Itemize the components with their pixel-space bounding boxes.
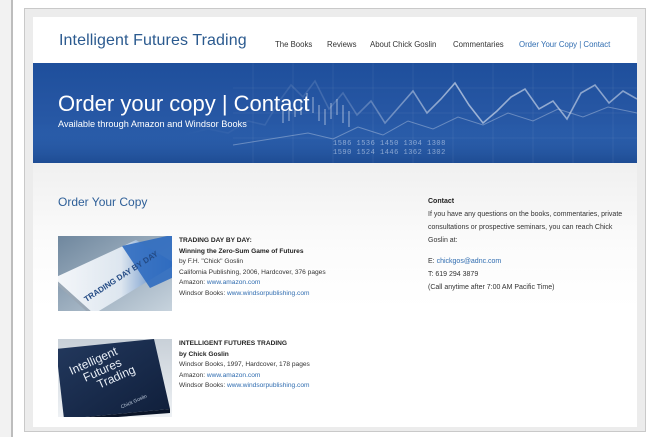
site-header: Intelligent Futures Trading The Books Re… [33, 17, 637, 63]
contact-body: If you have any questions on the books, … [428, 211, 623, 244]
amazon-link[interactable]: www.amazon.com [207, 372, 261, 379]
book-author: by F.H. "Chick" Goslin [179, 258, 244, 266]
book-cover-trading-day-by-day[interactable]: TRADING DAY BY DAY [58, 236, 172, 311]
windsor-row: Windsor Books: www.windsorpublishing.com [179, 381, 310, 392]
windsor-link[interactable]: www.windsorpublishing.com [227, 290, 309, 297]
amazon-row: Amazon: www.amazon.com [179, 278, 326, 289]
book-title: INTELLIGENT FUTURES TRADING [179, 340, 288, 347]
nav-the-books[interactable]: The Books [275, 40, 312, 49]
contact-panel: Contact If you have any questions on the… [428, 195, 628, 294]
page-title: Order your copy | Contact [58, 91, 310, 116]
nav-about[interactable]: About Chick Goslin [370, 40, 436, 49]
nav-reviews[interactable]: Reviews [327, 40, 356, 49]
windsor-label: Windsor Books: [179, 289, 226, 297]
section-title: Order Your Copy [58, 195, 148, 209]
web-page: Intelligent Futures Trading The Books Re… [33, 17, 637, 427]
contact-heading: Contact [428, 198, 455, 205]
hero-banner: 1586 1536 1450 1304 1308 1590 1524 1446 … [33, 63, 637, 163]
nav-commentaries[interactable]: Commentaries [453, 40, 504, 49]
page-subtitle: Available through Amazon and Windsor Boo… [58, 119, 247, 129]
browser-left-edge [0, 0, 13, 437]
windsor-row: Windsor Books: www.windsorpublishing.com [179, 289, 326, 300]
book-subtitle: Winning the Zero-Sum Game of Futures [179, 247, 304, 255]
book-title: TRADING DAY BY DAY: [179, 237, 252, 244]
contact-email-row: E: chickgos@adnc.com [428, 255, 628, 268]
book-cover-intelligent-futures-trading[interactable]: Intelligent Futures Trading Chick Goslin [58, 339, 172, 417]
contact-phone: T: 619 294 3879 [428, 271, 479, 278]
book-details: TRADING DAY BY DAY: Winning the Zero-Sum… [179, 236, 326, 300]
banner-ticker-row: 1590 1524 1446 1362 1302 [333, 149, 446, 157]
book-details: INTELLIGENT FUTURES TRADING by Chick Gos… [179, 339, 310, 392]
banner-ticker-row: 1586 1536 1450 1304 1308 [333, 140, 446, 148]
windsor-label: Windsor Books: [179, 382, 226, 390]
amazon-label: Amazon: [179, 279, 206, 287]
email-label: E: [428, 258, 435, 265]
nav-order-contact[interactable]: Order Your Copy | Contact [519, 40, 610, 49]
email-link[interactable]: chickgos@adnc.com [437, 258, 502, 265]
amazon-row: Amazon: www.amazon.com [179, 371, 310, 382]
main-nav: The Books Reviews About Chick Goslin Com… [33, 40, 637, 54]
book-publication: Windsor Books, 1997, Hardcover, 178 page… [179, 361, 310, 369]
amazon-label: Amazon: [179, 371, 206, 379]
book-publication: California Publishing, 2006, Hardcover, … [179, 268, 326, 276]
book-author: by Chick Goslin [179, 350, 229, 358]
windsor-link[interactable]: www.windsorpublishing.com [227, 382, 309, 389]
amazon-link[interactable]: www.amazon.com [207, 279, 261, 286]
main-content: Order Your Copy TRADING DAY BY DAY TRADI… [33, 163, 637, 427]
contact-note: (Call anytime after 7:00 AM Pacific Time… [428, 284, 555, 291]
